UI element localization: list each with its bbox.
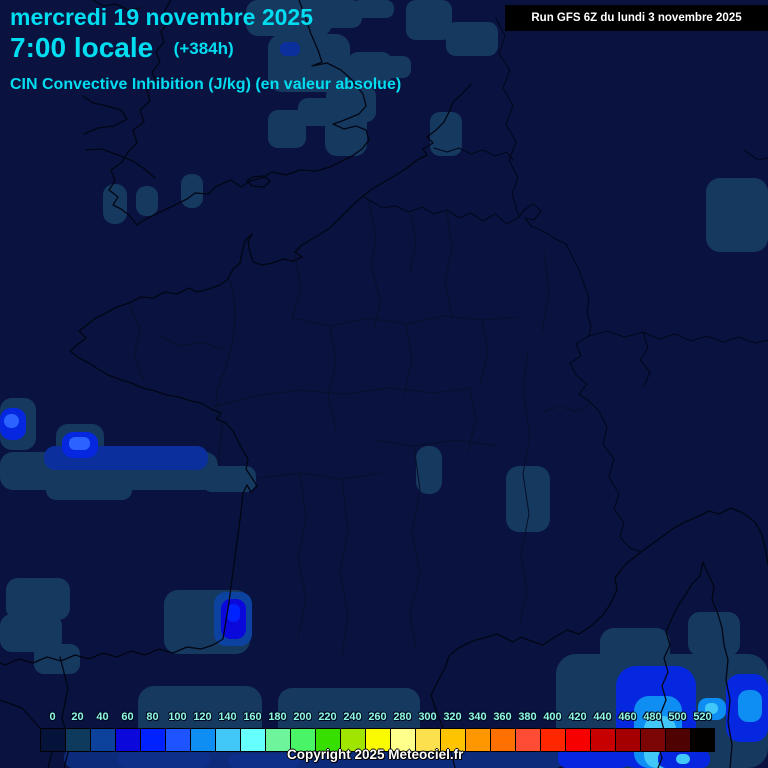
border-ch-west	[569, 335, 590, 402]
scale-color-cell	[190, 728, 215, 752]
border-alps-east	[588, 330, 768, 344]
scale-tick-label: 460	[618, 711, 637, 723]
mediterranean-coast	[430, 507, 768, 696]
scale-color-cell	[565, 728, 590, 752]
scale-tick-label: 520	[693, 711, 712, 723]
border-fr-it	[588, 400, 642, 553]
color-scale: 0 20 40 60 80 100 120 140 160 180 200 220 240 260 280 3…	[40, 708, 715, 752]
border-de-internal	[743, 149, 768, 161]
scale-color-cell	[515, 728, 540, 752]
weather-map-page: mercredi 19 novembre 2025 7:00 locale (+…	[0, 0, 768, 768]
scale-color-cell	[215, 728, 240, 752]
scale-color-cell	[590, 728, 615, 752]
scale-tick-label: 200	[293, 711, 312, 723]
valid-time-row: 7:00 locale (+384h)	[10, 32, 401, 64]
border-nl-be	[433, 147, 514, 161]
scale-tick-label: 220	[318, 711, 337, 723]
department-line-group	[128, 197, 593, 657]
scale-tick-label: 180	[268, 711, 287, 723]
scale-color-cell	[615, 728, 640, 752]
scale-tick-label: 120	[193, 711, 212, 723]
scale-tick-label: 280	[393, 711, 412, 723]
scale-color-cell	[465, 728, 490, 752]
model-run-info: Run GFS 6Z du lundi 3 novembre 2025	[505, 5, 768, 31]
scale-tick-label: 440	[593, 711, 612, 723]
scale-tick-label: 360	[493, 711, 512, 723]
scale-tick-label: 60	[121, 711, 134, 723]
scale-tick-label: 100	[168, 711, 187, 723]
scale-color-cell	[540, 728, 565, 752]
scale-color-cell	[665, 728, 690, 752]
scale-color-cell	[140, 728, 165, 752]
coastline-group	[0, 0, 768, 768]
scale-tick-label: 20	[71, 711, 84, 723]
country-border-group	[362, 17, 768, 553]
scale-tick-label: 420	[568, 711, 587, 723]
scale-color-cell	[40, 728, 65, 752]
border-ch-it	[639, 331, 651, 387]
scale-tick-label: 0	[49, 711, 56, 723]
copyright-text: Copyright 2025 Meteociel.fr	[287, 747, 464, 762]
valid-time: 7:00 locale	[10, 32, 154, 63]
scale-tick-label: 380	[518, 711, 537, 723]
border-be-de	[362, 195, 592, 337]
forecast-offset: (+384h)	[173, 39, 234, 58]
scale-tick-label: 400	[543, 711, 562, 723]
scale-tick-label: 40	[96, 711, 109, 723]
scale-color-cell	[165, 728, 190, 752]
continent-atlantic-coast	[0, 83, 472, 666]
scale-color-cell	[90, 728, 115, 752]
scale-color-cell	[490, 728, 515, 752]
scale-tick-label: 500	[668, 711, 687, 723]
scale-color-cell	[690, 728, 715, 752]
border-nl-de	[495, 17, 520, 218]
scale-tick-label: 80	[146, 711, 159, 723]
scale-tick-label: 240	[343, 711, 362, 723]
bristol-channel	[82, 95, 128, 135]
scale-tick-label: 480	[643, 711, 662, 723]
color-scale-labels: 0 20 40 60 80 100 120 140 160 180 200 220 240 260 280 3…	[40, 708, 715, 726]
map-header: mercredi 19 novembre 2025 7:00 locale (+…	[10, 4, 401, 94]
scale-color-cell	[115, 728, 140, 752]
scale-tick-label: 320	[443, 711, 462, 723]
valid-date: mercredi 19 novembre 2025	[10, 4, 314, 30]
scale-tick-label: 340	[468, 711, 487, 723]
scale-tick-label: 140	[218, 711, 237, 723]
scale-tick-label: 260	[368, 711, 387, 723]
scale-color-cell	[65, 728, 90, 752]
parameter-title: CIN Convective Inhibition (J/kg) (en val…	[10, 76, 402, 93]
map-coastlines	[0, 0, 768, 768]
scale-color-cell	[640, 728, 665, 752]
scale-tick-label: 300	[418, 711, 437, 723]
scale-color-cell	[240, 728, 265, 752]
scale-tick-label: 160	[243, 711, 262, 723]
